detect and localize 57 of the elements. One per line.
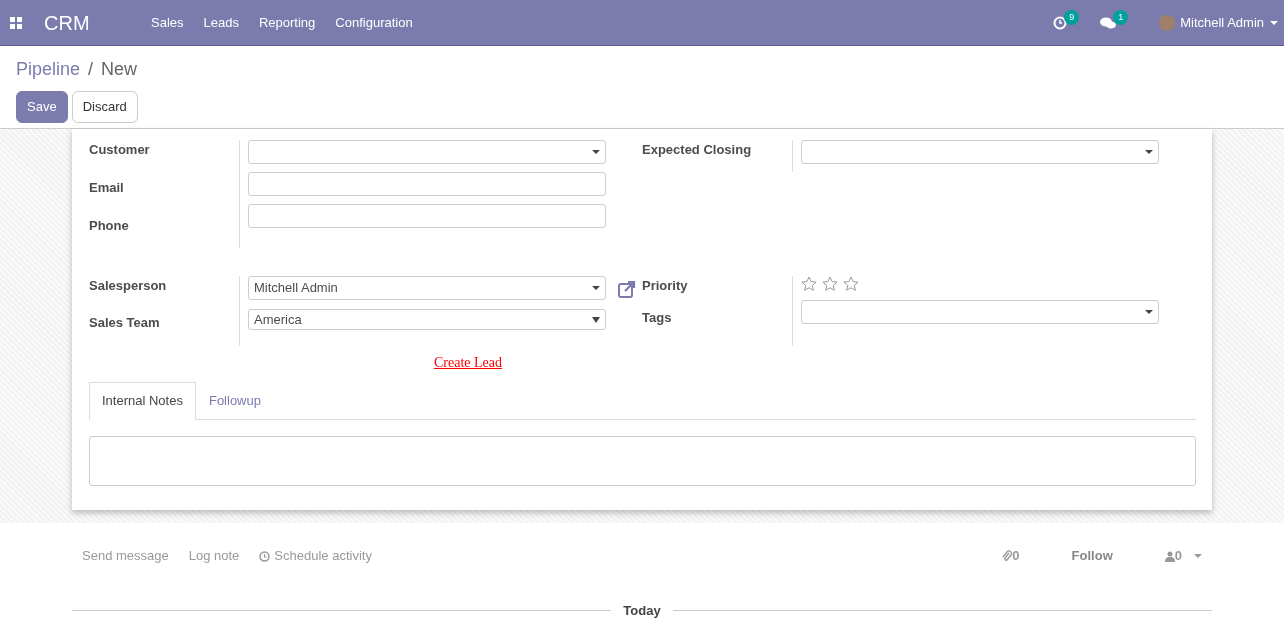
field-label: Customer: [89, 141, 151, 159]
tab[interactable]: Followup: [195, 382, 274, 419]
caret-icon: [1270, 20, 1278, 25]
caret-icon: [592, 286, 600, 290]
caret-icon: [592, 150, 600, 154]
person-icon: [1164, 550, 1175, 562]
attachments-button[interactable]: 0: [1002, 546, 1020, 566]
field-label: Email: [89, 179, 125, 197]
field-label: Expected Closing: [642, 141, 753, 159]
input-field[interactable]: [248, 172, 606, 196]
select-field[interactable]: America: [248, 309, 606, 330]
field-label: Salesperson: [89, 277, 168, 295]
apps-menu-icon[interactable]: [10, 16, 22, 29]
field-label: Tags: [642, 308, 673, 327]
message-count: 1: [1113, 9, 1129, 26]
breadcrumb-separator: /: [88, 59, 94, 79]
breadcrumb-current: New: [101, 59, 138, 79]
external-link-icon[interactable]: [617, 279, 637, 299]
tab[interactable]: Internal Notes: [89, 382, 196, 420]
menu-item[interactable]: Configuration: [335, 12, 413, 33]
chatter-action[interactable]: Send message: [82, 546, 169, 566]
notes-field[interactable]: [89, 435, 1196, 486]
date-separator: Today: [622, 602, 662, 620]
select-field[interactable]: [248, 140, 606, 164]
field-label: Sales Team: [89, 314, 161, 332]
chatter-action[interactable]: Log note: [188, 546, 240, 566]
select-field[interactable]: [801, 140, 1159, 164]
activity-count: 9: [1064, 9, 1080, 26]
paperclip-icon: [1002, 550, 1013, 562]
caret-icon: [592, 316, 600, 323]
select-field[interactable]: [801, 300, 1159, 324]
field-label: Phone: [89, 217, 130, 235]
field-label: Priority: [642, 277, 689, 295]
user-menu[interactable]: Mitchell Admin: [1180, 12, 1264, 33]
caret-icon[interactable]: [1194, 554, 1202, 558]
app-title: CRM: [44, 10, 91, 36]
star-icon[interactable]: [843, 276, 859, 292]
caret-icon: [1145, 150, 1153, 154]
chatter-action[interactable]: Schedule activity: [259, 546, 372, 566]
caret-icon: [1145, 310, 1153, 314]
create-lead-link[interactable]: Create Lead: [434, 355, 502, 370]
clock-icon: [259, 551, 271, 563]
star-icon[interactable]: [822, 276, 838, 292]
save-button[interactable]: Save: [16, 91, 68, 123]
star-icon[interactable]: [801, 276, 817, 292]
followers-button[interactable]: 0: [1164, 546, 1182, 566]
discard-button[interactable]: Discard: [71, 91, 138, 123]
menu-item[interactable]: Sales: [151, 12, 184, 33]
follow-button[interactable]: Follow: [1071, 546, 1113, 566]
breadcrumb-link[interactable]: Pipeline: [16, 59, 81, 79]
select-field[interactable]: Mitchell Admin: [248, 276, 606, 300]
menu-item[interactable]: Leads: [203, 12, 239, 33]
menu-item[interactable]: Reporting: [258, 12, 316, 33]
clock-icon[interactable]: [1053, 15, 1068, 30]
input-field[interactable]: [248, 204, 606, 228]
chat-icon[interactable]: [1100, 15, 1117, 30]
avatar: [1159, 14, 1176, 31]
